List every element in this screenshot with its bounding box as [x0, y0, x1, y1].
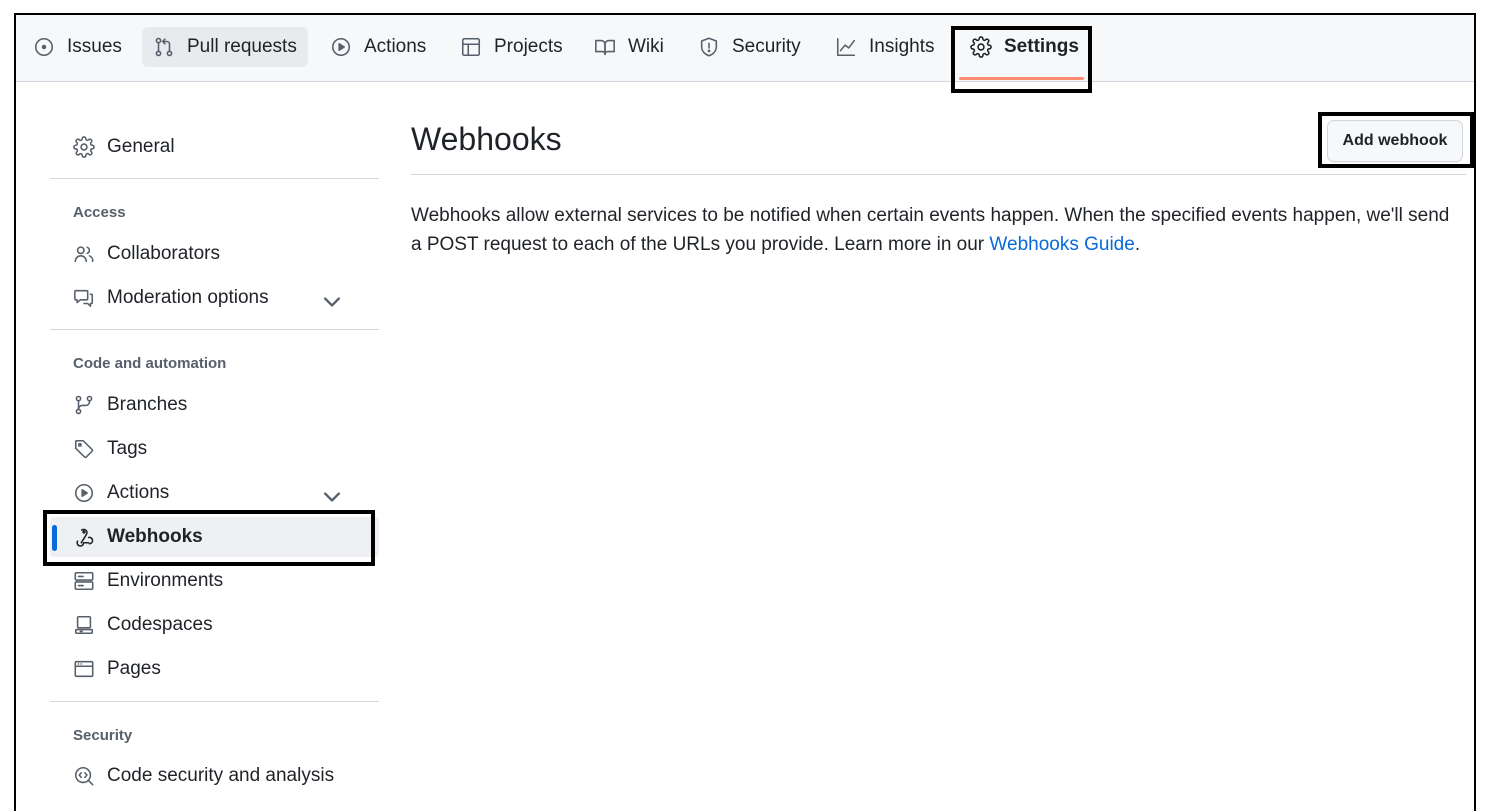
add-webhook-button[interactable]: Add webhook	[1327, 120, 1463, 162]
tab-settings-label: Settings	[1004, 36, 1079, 57]
sidebar-item-environments[interactable]: Environments	[50, 561, 379, 601]
chevron-down-icon[interactable]	[321, 486, 343, 508]
tab-issues[interactable]: Issues	[22, 27, 133, 67]
section-heading-access: Access	[73, 204, 126, 221]
sidebar-item-label: Branches	[107, 394, 188, 415]
sidebar-item-label: General	[107, 136, 175, 157]
section-heading-security: Security	[73, 727, 133, 744]
play-icon	[331, 37, 351, 57]
tab-security-label: Security	[732, 36, 801, 57]
tab-security[interactable]: Security	[687, 27, 812, 67]
tab-wiki[interactable]: Wiki	[583, 27, 675, 67]
tab-insights-label: Insights	[869, 36, 935, 57]
webhook-icon	[76, 528, 94, 547]
codescan-icon	[74, 766, 94, 786]
sidebar-item-actions[interactable]: Actions	[50, 473, 379, 513]
sidebar-item-label: Code security and analysis	[107, 765, 335, 786]
description-text: Webhooks allow external services to be n…	[411, 205, 1450, 255]
tab-insights[interactable]: Insights	[824, 27, 945, 67]
sidebar-item-label: Collaborators	[107, 243, 220, 264]
repo-tab-nav: Issues Pull requests Actions Projects Wi…	[16, 15, 1474, 82]
sidebar-item-label: Pages	[107, 658, 161, 679]
book-icon	[595, 39, 615, 56]
table-icon	[461, 37, 481, 57]
sidebar-item-label: Environments	[107, 570, 224, 591]
issue-opened-icon	[34, 37, 54, 57]
tab-issues-label: Issues	[67, 36, 122, 57]
sidebar-item-label: Webhooks	[107, 526, 203, 547]
title-divider	[411, 174, 1466, 175]
description-end: .	[1134, 234, 1141, 255]
sidebar-item-code-security-and-analysis[interactable]: Code security and analysis	[50, 756, 379, 796]
sidebar-item-tags[interactable]: Tags	[50, 429, 379, 469]
tab-wiki-label: Wiki	[628, 36, 664, 57]
tab-actions[interactable]: Actions	[319, 27, 437, 67]
tab-pull-requests-label: Pull requests	[187, 36, 297, 57]
sidebar-item-webhooks[interactable]: Webhooks	[50, 517, 379, 557]
gear-icon	[970, 36, 992, 58]
sidebar-divider	[50, 329, 379, 330]
sidebar-divider	[50, 178, 379, 179]
git-pull-request-icon	[155, 37, 173, 57]
sidebar-item-moderation-options[interactable]: Moderation options	[50, 278, 379, 318]
sidebar-item-pages[interactable]: Pages	[50, 649, 379, 689]
sidebar-item-branches[interactable]: Branches	[50, 385, 379, 425]
sidebar-item-label: Codespaces	[107, 614, 213, 635]
play-icon	[74, 483, 94, 503]
tab-pull-requests[interactable]: Pull requests	[142, 27, 308, 67]
chevron-down-icon[interactable]	[321, 291, 343, 313]
graph-icon	[836, 37, 856, 57]
browser-icon	[74, 660, 94, 678]
comment-discussion-icon	[74, 289, 94, 308]
section-heading-code-and-automation: Code and automation	[73, 355, 227, 372]
active-tab-underline	[959, 77, 1084, 80]
sidebar-divider	[50, 701, 379, 702]
tab-projects[interactable]: Projects	[449, 27, 574, 67]
sidebar-item-label: Actions	[107, 482, 170, 503]
git-branch-icon	[75, 395, 93, 415]
people-icon	[74, 246, 94, 263]
sidebar-item-label: Tags	[107, 438, 148, 459]
sidebar-item-codespaces[interactable]: Codespaces	[50, 605, 379, 645]
sidebar-item-general[interactable]: General	[50, 127, 379, 167]
sidebar-item-collaborators[interactable]: Collaborators	[50, 234, 379, 274]
tag-icon	[74, 439, 94, 459]
server-icon	[74, 571, 94, 591]
active-item-indicator	[52, 525, 57, 551]
browser-frame: Issues Pull requests Actions Projects Wi…	[14, 13, 1476, 811]
tab-settings[interactable]: Settings	[959, 27, 1090, 67]
tab-actions-label: Actions	[364, 36, 427, 57]
page-title: Webhooks	[411, 121, 562, 157]
sidebar-item-label: Moderation options	[107, 287, 269, 308]
gear-icon	[73, 136, 95, 158]
shield-icon	[700, 37, 718, 57]
webhooks-guide-link[interactable]: Webhooks Guide	[989, 234, 1134, 255]
tab-projects-label: Projects	[494, 36, 563, 57]
webhooks-description: Webhooks allow external services to be n…	[411, 201, 1461, 259]
codespaces-icon	[74, 615, 94, 635]
